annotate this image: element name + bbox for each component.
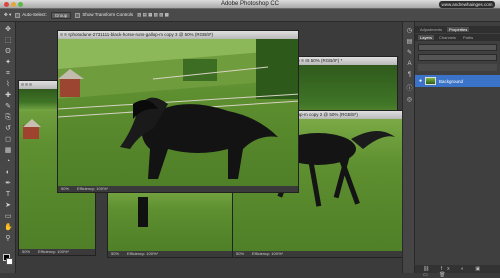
document-title[interactable]: photodune-2731111-black-horse-runs-gallo… <box>58 31 298 39</box>
window-title-bar: Adobe Photoshop CC www.andrewhainges.com <box>0 0 500 9</box>
type-icon[interactable]: T <box>4 191 12 199</box>
document-window-copy-3[interactable]: photodune-2731111-black-horse-runs-gallo… <box>57 30 299 193</box>
horse-scene-image <box>58 39 298 179</box>
shape-icon[interactable]: ▭ <box>4 213 12 221</box>
zoom-level[interactable]: 50% <box>61 186 69 192</box>
document-canvas[interactable] <box>108 187 236 251</box>
stamp-icon[interactable]: ⎘ <box>4 114 12 122</box>
history-icon[interactable]: ◷ <box>406 28 413 35</box>
tools-panel: ✥ ⬚ ʘ ✦ ⌗ ⌇ ✚ ✎ ⎘ ↺ ◻ ▦ ◔ ◐ ✒ T ➤ ▭ ✋ ⚲ <box>0 22 16 273</box>
background-color-swatch[interactable] <box>6 258 13 265</box>
auto-select-dropdown[interactable]: Group <box>50 11 72 19</box>
adjustments-tab-bar: Adjustments Properties <box>415 26 500 33</box>
document-status-bar: 50% Efficiency: 100%* <box>108 251 236 257</box>
quick-select-icon[interactable]: ✦ <box>4 59 12 67</box>
layer-footer-icons[interactable]: ⛓ fx ◐ ▣ ▭ 🗑 <box>423 266 500 278</box>
navigator-icon[interactable]: ◎ <box>406 97 413 104</box>
history-brush-icon[interactable]: ↺ <box>4 125 12 133</box>
gradient-icon[interactable]: ▦ <box>4 147 12 155</box>
transform-controls-label: Show Transform Controls <box>82 12 134 18</box>
hand-icon[interactable]: ✋ <box>4 224 13 232</box>
document-window-controls[interactable] <box>60 33 71 36</box>
crop-icon[interactable]: ⌗ <box>4 70 12 78</box>
blend-mode-dropdown[interactable] <box>418 54 497 61</box>
panels-column: Adjustments Properties Layers Channels P… <box>415 22 500 278</box>
character-icon[interactable]: A <box>406 61 413 68</box>
dodge-icon[interactable]: ◐ <box>4 169 12 177</box>
document-canvas[interactable] <box>58 39 298 186</box>
tab-paths[interactable]: Paths <box>461 35 475 40</box>
auto-select-label: Auto-Select: <box>22 12 47 18</box>
lasso-icon[interactable]: ʘ <box>4 48 12 56</box>
panel-dock: ◷ ▤ ✎ A ¶ ⓘ ◎ <box>402 22 415 273</box>
paragraph-icon[interactable]: ¶ <box>406 72 413 79</box>
checkbox-icon <box>15 12 21 18</box>
options-bar: ✥ ▾ Auto-Select: Group Show Transform Co… <box>0 9 500 22</box>
app-title: Adobe Photoshop CC <box>220 1 280 7</box>
watermark: www.andrewhainges.com <box>439 1 495 8</box>
eraser-icon[interactable]: ◻ <box>4 136 12 144</box>
document-window-bottom[interactable]: 50% Efficiency: 100%* <box>107 186 237 258</box>
align-buttons[interactable]: ▥ ▤ ▦ ▧ ▨ ▩ <box>137 12 169 18</box>
blur-icon[interactable]: ◔ <box>4 158 12 166</box>
layer-row-background[interactable]: ● Background <box>415 75 500 87</box>
layer-name: Background <box>439 78 464 84</box>
info-icon[interactable]: ⓘ <box>406 86 413 93</box>
efficiency-readout: Efficiency: 100%* <box>77 186 109 191</box>
lock-row <box>418 64 497 71</box>
pen-icon[interactable]: ✒ <box>4 180 12 188</box>
tab-layers[interactable]: Layers <box>418 35 435 40</box>
tab-adjustments[interactable]: Adjustments <box>418 27 444 32</box>
brush-icon[interactable]: ✎ <box>4 103 12 111</box>
zoom-icon[interactable]: ⚲ <box>4 235 12 243</box>
path-select-icon[interactable]: ➤ <box>4 202 12 210</box>
visibility-eye-icon[interactable]: ● <box>419 78 422 84</box>
healing-icon[interactable]: ✚ <box>4 92 12 100</box>
layers-tab-bar: Layers Channels Paths <box>415 34 500 41</box>
move-icon[interactable]: ✥ <box>4 26 12 34</box>
document-status-bar: 50% Efficiency: 100%* <box>58 186 298 192</box>
tab-properties[interactable]: Properties <box>447 27 470 32</box>
document-status-bar: 50% Efficiency: 100%* <box>19 249 95 255</box>
layers-footer: ⛓ fx ◐ ▣ ▭ 🗑 <box>415 265 500 278</box>
document-title[interactable]: 6 50% (RGB/8*) * <box>295 57 397 65</box>
transform-controls-checkbox[interactable]: Show Transform Controls <box>75 12 134 18</box>
eyedropper-icon[interactable]: ⌇ <box>4 81 12 89</box>
move-tool-icon[interactable]: ✥ ▾ <box>4 12 11 18</box>
properties-icon[interactable]: ▤ <box>406 39 413 46</box>
layer-filter-field[interactable] <box>418 44 497 51</box>
auto-select-checkbox[interactable]: Auto-Select: <box>15 12 47 18</box>
checkbox-icon <box>75 12 81 18</box>
tab-channels[interactable]: Channels <box>437 35 458 40</box>
brush-preset-icon[interactable]: ✎ <box>406 50 413 57</box>
layer-thumbnail <box>425 77 437 85</box>
marquee-icon[interactable]: ⬚ <box>4 37 12 45</box>
